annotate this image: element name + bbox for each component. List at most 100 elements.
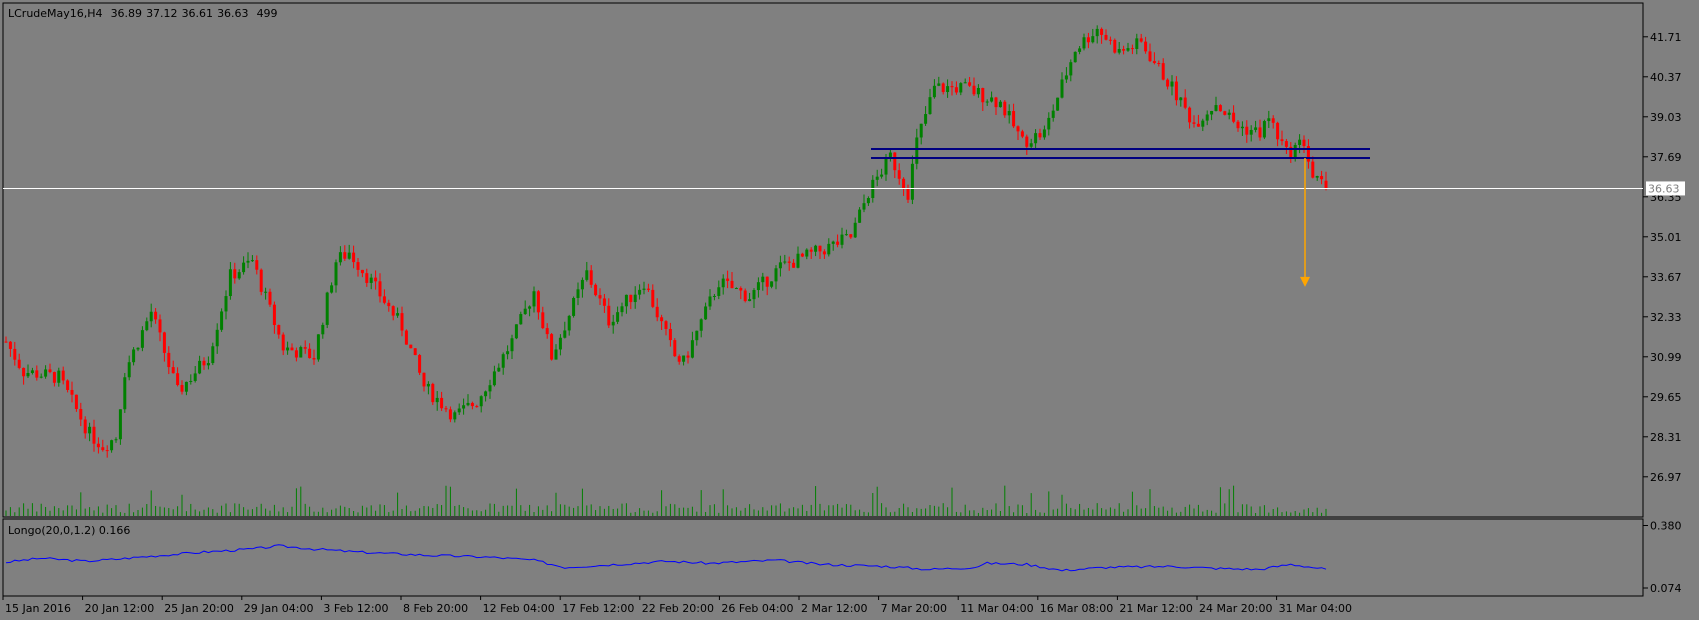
candle-body bbox=[316, 334, 320, 360]
candle-body bbox=[1016, 126, 1020, 132]
candle-body bbox=[303, 347, 307, 349]
candle-body bbox=[294, 350, 298, 358]
time-tick-label: 8 Feb 20:00 bbox=[403, 602, 468, 615]
candle-body bbox=[127, 362, 131, 378]
candle-body bbox=[752, 290, 756, 300]
candle-body bbox=[866, 198, 870, 204]
candle-body bbox=[466, 402, 470, 406]
candle-body bbox=[743, 290, 747, 302]
candle-body bbox=[893, 152, 897, 171]
candle-body bbox=[1262, 121, 1266, 138]
candle-body bbox=[22, 367, 26, 377]
candle-body bbox=[686, 355, 690, 358]
candle-body bbox=[814, 245, 818, 252]
candle-body bbox=[17, 359, 21, 368]
candle-body bbox=[668, 328, 672, 341]
candle-body bbox=[378, 281, 382, 297]
candle-body bbox=[149, 311, 153, 322]
candle-body bbox=[633, 294, 637, 303]
time-tick-label: 22 Feb 20:00 bbox=[642, 602, 714, 615]
candle-body bbox=[897, 170, 901, 179]
candle-body bbox=[365, 273, 369, 283]
candle-body bbox=[409, 344, 413, 349]
candle-body bbox=[712, 295, 716, 297]
candle-body bbox=[580, 279, 584, 290]
candle-body bbox=[554, 349, 558, 360]
candle-body bbox=[739, 288, 743, 291]
candle-body bbox=[1108, 39, 1112, 41]
candle-body bbox=[1201, 120, 1205, 127]
candle-body bbox=[1315, 176, 1319, 178]
candle-body bbox=[1254, 127, 1258, 130]
candle-body bbox=[1060, 79, 1064, 98]
candle-body bbox=[114, 439, 118, 441]
candle-body bbox=[220, 311, 224, 330]
candle-body bbox=[1223, 111, 1227, 115]
candle-body bbox=[941, 83, 945, 93]
candle-body bbox=[972, 85, 976, 95]
candle-body bbox=[334, 262, 338, 286]
candle-body bbox=[624, 294, 628, 307]
candle-body bbox=[1284, 141, 1288, 147]
chart-window[interactable]: 41.71 40.37 39.03 37.69 36.35 35.01 33.67 32.33… bbox=[0, 0, 1699, 620]
candle-body bbox=[8, 341, 12, 349]
candle-body bbox=[413, 348, 417, 356]
candle-body bbox=[1095, 28, 1099, 37]
candle-body bbox=[682, 355, 686, 362]
current-price-label: 36.63 bbox=[1648, 182, 1680, 195]
candle-body bbox=[1122, 49, 1126, 51]
candle-body bbox=[602, 298, 606, 306]
candle-body bbox=[818, 245, 822, 252]
indicator-tick-label: 0.074 bbox=[1650, 582, 1682, 595]
candle-body bbox=[246, 260, 250, 263]
candle-body bbox=[981, 87, 985, 103]
candle-body bbox=[822, 251, 826, 255]
candle-body bbox=[1183, 97, 1187, 108]
candle-body bbox=[1298, 139, 1302, 145]
candle-body bbox=[1003, 101, 1007, 116]
candle-body bbox=[396, 313, 400, 316]
candle-body bbox=[4, 341, 8, 343]
candle-body bbox=[250, 260, 254, 262]
candle-body bbox=[356, 262, 360, 270]
candle-body bbox=[875, 176, 879, 180]
candle-body bbox=[796, 253, 800, 268]
candle-body bbox=[880, 174, 884, 177]
candle-body bbox=[277, 325, 281, 335]
candle-body bbox=[563, 330, 567, 338]
candle-body bbox=[48, 369, 52, 373]
candle-body bbox=[849, 234, 853, 238]
candle-body bbox=[1188, 107, 1192, 123]
candle-body bbox=[228, 269, 232, 297]
candle-body bbox=[74, 394, 78, 409]
candle-body bbox=[946, 86, 950, 93]
indicator-line bbox=[5, 544, 1327, 572]
candle-body bbox=[730, 280, 734, 289]
time-tick-label: 21 Mar 12:00 bbox=[1119, 602, 1192, 615]
candle-body bbox=[145, 321, 149, 331]
price-chart[interactable]: 41.7140.3739.0337.6936.3535.0133.6732.33… bbox=[0, 0, 1699, 620]
candle-body bbox=[677, 356, 681, 362]
candle-body bbox=[92, 426, 96, 444]
candle-body bbox=[215, 329, 219, 347]
candle-body bbox=[352, 252, 356, 263]
candle-body bbox=[827, 243, 831, 255]
candle-body bbox=[492, 371, 496, 386]
price-tick-label: 41.71 bbox=[1650, 31, 1682, 44]
candle-body bbox=[655, 306, 659, 318]
candle-body bbox=[783, 261, 787, 263]
candle-body bbox=[844, 234, 848, 236]
candle-body bbox=[70, 389, 74, 395]
price-tick-label: 37.69 bbox=[1650, 151, 1682, 164]
candle-body bbox=[915, 137, 919, 164]
candle-body bbox=[431, 383, 435, 403]
candle-body bbox=[1311, 161, 1315, 178]
candle-body bbox=[1148, 51, 1152, 62]
candle-body bbox=[761, 276, 765, 283]
candle-body bbox=[734, 288, 738, 290]
candle-body bbox=[787, 261, 791, 263]
candle-body bbox=[193, 373, 197, 381]
candle-body bbox=[607, 305, 611, 326]
time-tick-label: 3 Feb 12:00 bbox=[323, 602, 388, 615]
candle-body bbox=[1214, 105, 1218, 111]
